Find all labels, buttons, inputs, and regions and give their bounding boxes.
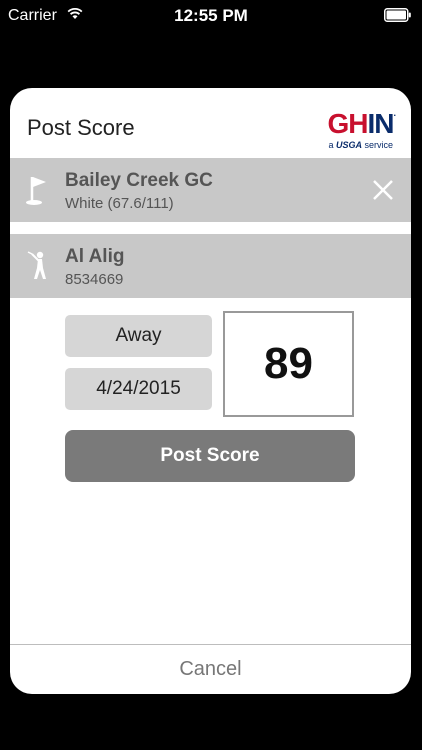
close-icon[interactable] [371,178,395,202]
battery-icon [384,8,411,22]
score-input[interactable]: 89 [223,311,354,417]
modal-title: Post Score [27,115,135,140]
golfer-icon [27,251,46,279]
date-selector[interactable]: 4/24/2015 [65,368,212,410]
post-score-button[interactable]: Post Score [65,430,355,482]
post-score-modal: Post Score GHIN. a USGA service Bailey C… [10,88,411,694]
ghin-logo: GHIN. a USGA service [311,108,395,152]
score-type-selector[interactable]: Away [65,315,212,357]
cancel-button[interactable]: Cancel [10,645,411,694]
logo-tagline: a USGA service [328,140,393,150]
course-name: Bailey Creek GC [65,170,213,191]
course-row[interactable]: Bailey Creek GC White (67.6/111) [10,158,411,222]
status-bar: Carrier 12:55 PM [0,0,422,32]
golf-flag-icon [26,177,46,205]
player-ghin-number: 8534669 [65,271,124,288]
clock: 12:55 PM [174,6,248,25]
logo-wordmark: GHIN. [327,108,395,139]
player-name: Al Alig [65,246,125,267]
player-row[interactable]: Al Alig 8534669 [10,234,411,298]
course-tees: White (67.6/111) [65,195,174,212]
